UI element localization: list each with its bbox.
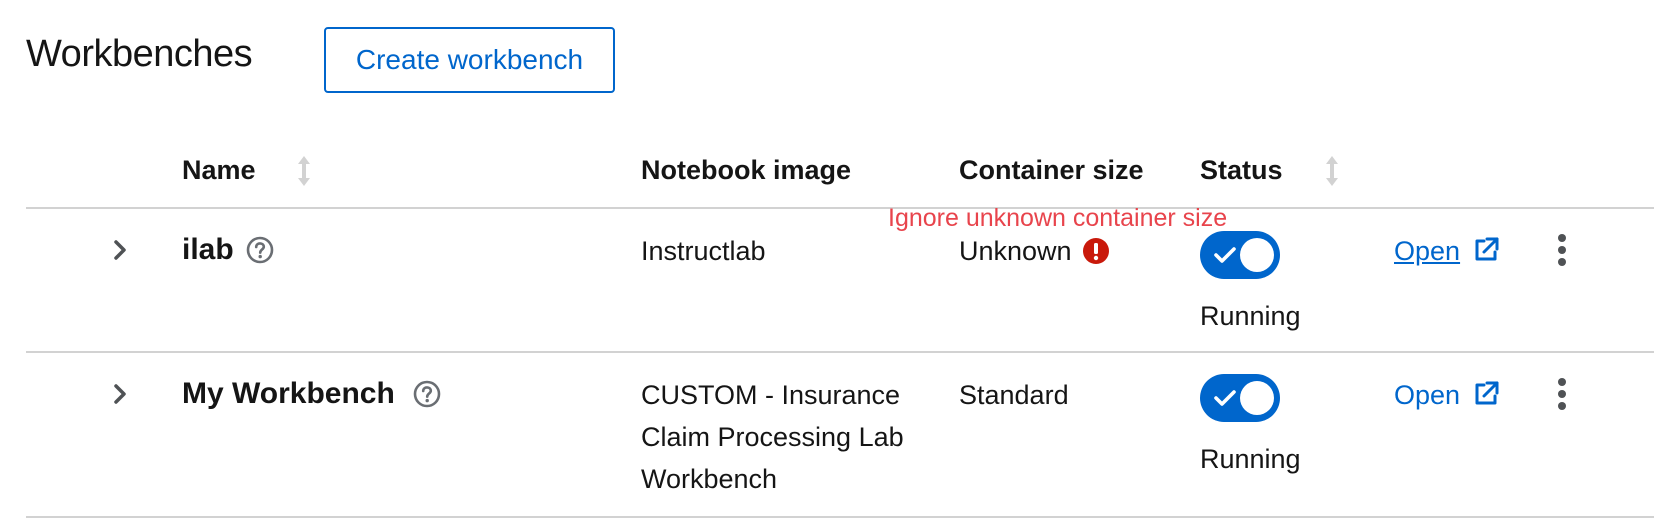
chevron-right-icon[interactable]: [110, 238, 130, 262]
check-icon: [1214, 247, 1236, 263]
workbench-name: ilab: [182, 233, 234, 266]
status-label: Running: [1200, 444, 1301, 474]
status-label: Running: [1200, 301, 1301, 331]
check-icon: [1214, 390, 1236, 406]
external-link-icon[interactable]: [1472, 380, 1500, 408]
external-link-icon[interactable]: [1472, 236, 1500, 264]
sort-icon[interactable]: [1324, 155, 1340, 187]
kebab-menu-icon[interactable]: [1555, 377, 1569, 411]
toggle-knob: [1240, 238, 1274, 272]
kebab-menu-icon[interactable]: [1555, 233, 1569, 267]
column-header-notebook-image: Notebook image: [641, 155, 852, 185]
status-toggle[interactable]: [1200, 374, 1280, 422]
column-header-name[interactable]: Name: [182, 152, 256, 188]
page-title: Workbenches: [26, 33, 253, 75]
container-size-cell: Standard: [959, 380, 1069, 410]
open-workbench-link[interactable]: Open: [1394, 376, 1460, 414]
container-size-cell: Unknown: [959, 236, 1072, 266]
notebook-image-cell: CUSTOM - Insurance Claim Processing Lab …: [641, 380, 904, 494]
create-workbench-button[interactable]: Create workbench: [324, 27, 615, 93]
column-header-container-size: Container size: [959, 155, 1144, 185]
row-divider: [26, 516, 1654, 518]
row-divider: [26, 351, 1654, 353]
sort-icon[interactable]: [296, 155, 312, 187]
table-header-divider: [26, 207, 1654, 209]
exclamation-circle-icon[interactable]: [1082, 237, 1110, 265]
toggle-knob: [1240, 381, 1274, 415]
question-circle-icon[interactable]: [413, 380, 441, 408]
chevron-right-icon[interactable]: [110, 382, 130, 406]
status-toggle[interactable]: [1200, 231, 1280, 279]
workbench-name: My Workbench: [182, 377, 395, 410]
workbenches-page: Workbenches Create workbench Name Notebo…: [0, 0, 1654, 532]
notebook-image-cell: Instructlab: [641, 236, 766, 266]
open-workbench-link[interactable]: Open: [1394, 232, 1460, 270]
column-header-status[interactable]: Status: [1200, 152, 1283, 188]
question-circle-icon[interactable]: [246, 236, 274, 264]
